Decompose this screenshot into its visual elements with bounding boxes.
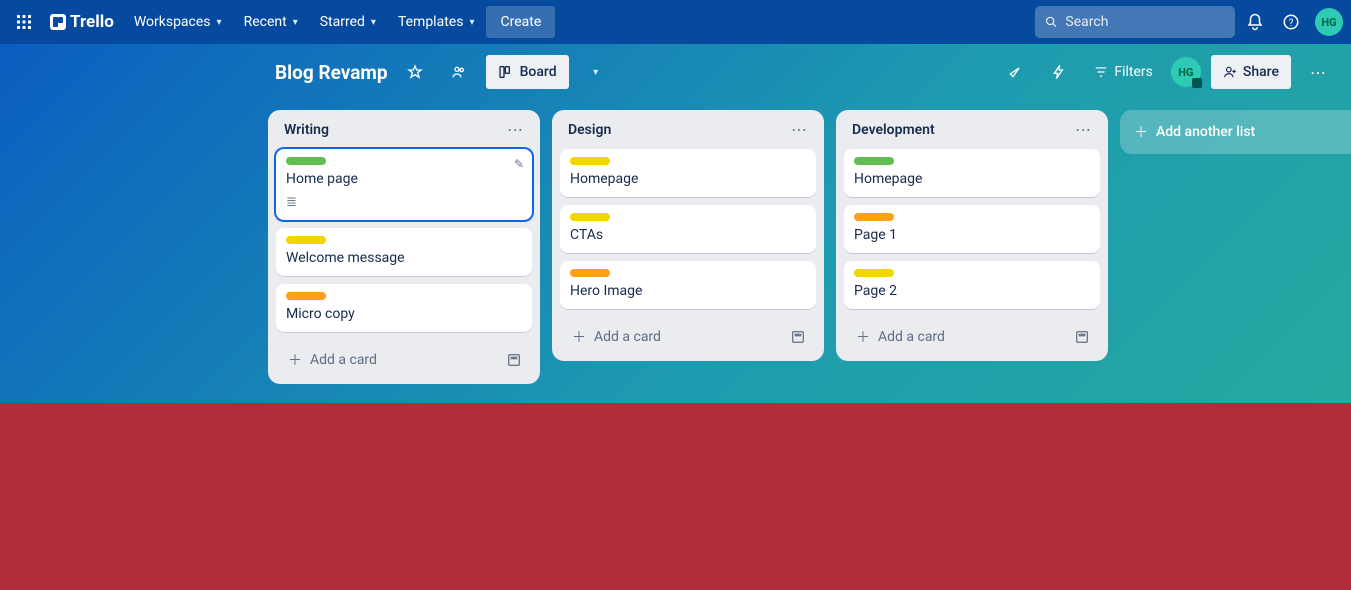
list: Design ⋯ Homepage CTAs Hero Image ＋Add a card: [552, 110, 824, 361]
add-card-button[interactable]: ＋Add a card: [566, 321, 786, 353]
bolt-icon: [1051, 64, 1067, 80]
search-input[interactable]: [1065, 14, 1225, 30]
help-button[interactable]: ?: [1275, 6, 1307, 38]
filters-button[interactable]: Filters: [1086, 55, 1161, 89]
bell-icon: [1246, 13, 1264, 31]
description-icon: ≣: [286, 195, 297, 210]
plus-icon: ＋: [1134, 122, 1148, 142]
card-label[interactable]: [570, 213, 610, 221]
star-button[interactable]: [398, 55, 432, 89]
people-icon: [451, 64, 467, 80]
card-label[interactable]: [570, 157, 610, 165]
card-title: Micro copy: [286, 306, 522, 322]
chevron-down-icon: ▾: [293, 17, 298, 28]
list-title[interactable]: Development: [852, 122, 935, 138]
chevron-down-icon: ▾: [217, 17, 222, 28]
workspaces-menu[interactable]: Workspaces▾: [124, 6, 232, 38]
list-menu-button[interactable]: ⋯: [791, 120, 808, 139]
card-label[interactable]: [570, 269, 610, 277]
add-card-button[interactable]: ＋Add a card: [282, 344, 502, 376]
card[interactable]: Home page✎ ≣: [276, 149, 532, 220]
add-card-button[interactable]: ＋Add a card: [850, 321, 1070, 353]
board-menu-button[interactable]: ⋯: [1301, 55, 1335, 89]
trello-logo[interactable]: Trello: [42, 12, 122, 32]
list-menu-button[interactable]: ⋯: [1075, 120, 1092, 139]
card-template-button[interactable]: [1070, 325, 1094, 349]
trello-logo-icon: [50, 14, 66, 30]
card-title: Hero Image: [570, 283, 806, 299]
list-menu-button[interactable]: ⋯: [507, 120, 524, 139]
card-template-button[interactable]: [786, 325, 810, 349]
starred-menu[interactable]: Starred▾: [310, 6, 386, 38]
plus-icon: ＋: [856, 327, 870, 347]
card-title: Page 2: [854, 283, 1090, 299]
card[interactable]: Micro copy: [276, 284, 532, 332]
card-label[interactable]: [854, 213, 894, 221]
plus-icon: ＋: [572, 327, 586, 347]
card-label[interactable]: [854, 269, 894, 277]
board-icon: [498, 64, 514, 80]
card-template-button[interactable]: [502, 348, 526, 372]
card[interactable]: Homepage: [844, 149, 1100, 197]
board-bar: Blog Revamp Board ▾ Filters HG Share ⋯: [0, 44, 1351, 100]
logo-text: Trello: [70, 12, 114, 32]
plus-icon: ＋: [288, 350, 302, 370]
list-title[interactable]: Design: [568, 122, 611, 138]
grid-icon: [16, 14, 32, 30]
card-title: Welcome message: [286, 250, 522, 266]
card[interactable]: CTAs: [560, 205, 816, 253]
card-label[interactable]: [286, 236, 326, 244]
card-label[interactable]: [286, 292, 326, 300]
board-member-avatar[interactable]: HG: [1171, 57, 1201, 87]
share-button[interactable]: Share: [1211, 55, 1291, 89]
view-dropdown-button[interactable]: ▾: [579, 55, 613, 89]
add-list-button[interactable]: ＋Add another list: [1120, 110, 1351, 154]
card[interactable]: Welcome message: [276, 228, 532, 276]
dots-icon: ⋯: [1310, 63, 1326, 82]
filter-icon: [1094, 65, 1108, 79]
card-title: Homepage: [854, 171, 1090, 187]
user-avatar[interactable]: HG: [1315, 8, 1343, 36]
powerups-button[interactable]: [998, 55, 1032, 89]
app-launcher-button[interactable]: [8, 6, 40, 38]
card-title: CTAs: [570, 227, 806, 243]
create-button[interactable]: Create: [486, 6, 555, 38]
templates-menu[interactable]: Templates▾: [388, 6, 485, 38]
top-nav: Trello Workspaces▾ Recent▾ Starred▾ Temp…: [0, 0, 1351, 44]
notifications-button[interactable]: [1239, 6, 1271, 38]
card[interactable]: Page 1: [844, 205, 1100, 253]
chevron-down-icon: ▾: [593, 67, 598, 78]
chevron-down-icon: ▾: [469, 17, 474, 28]
card[interactable]: Hero Image: [560, 261, 816, 309]
list-title[interactable]: Writing: [284, 122, 329, 138]
chevron-down-icon: ▾: [371, 17, 376, 28]
visibility-button[interactable]: [442, 55, 476, 89]
rocket-icon: [1007, 64, 1023, 80]
list: Writing ⋯ Home page✎ ≣ Welcome message Micro …: [268, 110, 540, 384]
card[interactable]: Homepage: [560, 149, 816, 197]
card-title: Home page: [286, 171, 522, 187]
view-switcher-button[interactable]: Board: [486, 55, 569, 89]
board-canvas[interactable]: Writing ⋯ Home page✎ ≣ Welcome message Micro …: [0, 100, 1351, 403]
recent-menu[interactable]: Recent▾: [234, 6, 308, 38]
search-icon: [1045, 15, 1057, 29]
card-title: Page 1: [854, 227, 1090, 243]
list: Development ⋯ Homepage Page 1 Page 2 ＋Add a c…: [836, 110, 1108, 361]
automation-button[interactable]: [1042, 55, 1076, 89]
card-label[interactable]: [286, 157, 326, 165]
help-icon: ?: [1282, 13, 1300, 31]
svg-text:?: ?: [1289, 18, 1294, 29]
card-label[interactable]: [854, 157, 894, 165]
card[interactable]: Page 2: [844, 261, 1100, 309]
card-title: Homepage: [570, 171, 806, 187]
user-plus-icon: [1223, 65, 1237, 79]
pencil-icon[interactable]: ✎: [514, 157, 524, 171]
board-title[interactable]: Blog Revamp: [275, 61, 388, 84]
search-box[interactable]: [1035, 6, 1235, 38]
star-icon: [407, 64, 423, 80]
